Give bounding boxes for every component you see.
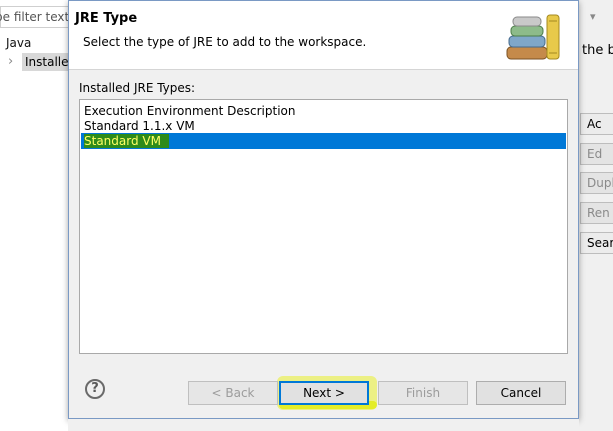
add-button[interactable]: Ac: [580, 113, 613, 135]
background-description: the bu: [582, 43, 613, 58]
dialog-banner: JRE Type Select the type of JRE to add t…: [69, 1, 578, 70]
tree-item-java[interactable]: Java: [6, 36, 31, 50]
dialog-title: JRE Type: [75, 11, 138, 26]
help-icon[interactable]: ?: [85, 379, 105, 399]
duplicate-button[interactable]: Dupl: [580, 172, 613, 194]
selected-type-label: Standard VM: [84, 134, 169, 148]
tree-item-installed[interactable]: › Installed: [0, 52, 82, 72]
books-icon: [506, 14, 560, 60]
background-bottom: [68, 419, 579, 431]
cancel-button[interactable]: Cancel: [476, 381, 566, 405]
next-button[interactable]: Next >: [279, 381, 369, 405]
filter-placeholder: pe filter text: [0, 10, 70, 24]
jre-type-dialog: JRE Type Select the type of JRE to add t…: [68, 0, 579, 419]
view-menu-icon[interactable]: ▾: [590, 10, 596, 23]
installed-types-label: Installed JRE Types:: [79, 81, 196, 95]
edit-button[interactable]: Ed: [580, 143, 613, 165]
list-item-standard-11x-vm[interactable]: Standard 1.1.x VM: [84, 118, 195, 134]
list-item-standard-vm[interactable]: Standard VM: [81, 133, 566, 149]
chevron-right-icon[interactable]: ›: [8, 54, 13, 69]
jre-types-list[interactable]: Execution Environment Description Standa…: [79, 99, 568, 354]
dialog-subtitle: Select the type of JRE to add to the wor…: [83, 35, 367, 49]
back-button[interactable]: < Back: [188, 381, 278, 405]
remove-button[interactable]: Ren: [580, 202, 613, 224]
finish-button[interactable]: Finish: [378, 381, 468, 405]
search-button[interactable]: Sear: [580, 232, 613, 254]
filter-input[interactable]: pe filter text: [0, 6, 72, 28]
list-item-execution-environment[interactable]: Execution Environment Description: [84, 103, 295, 119]
